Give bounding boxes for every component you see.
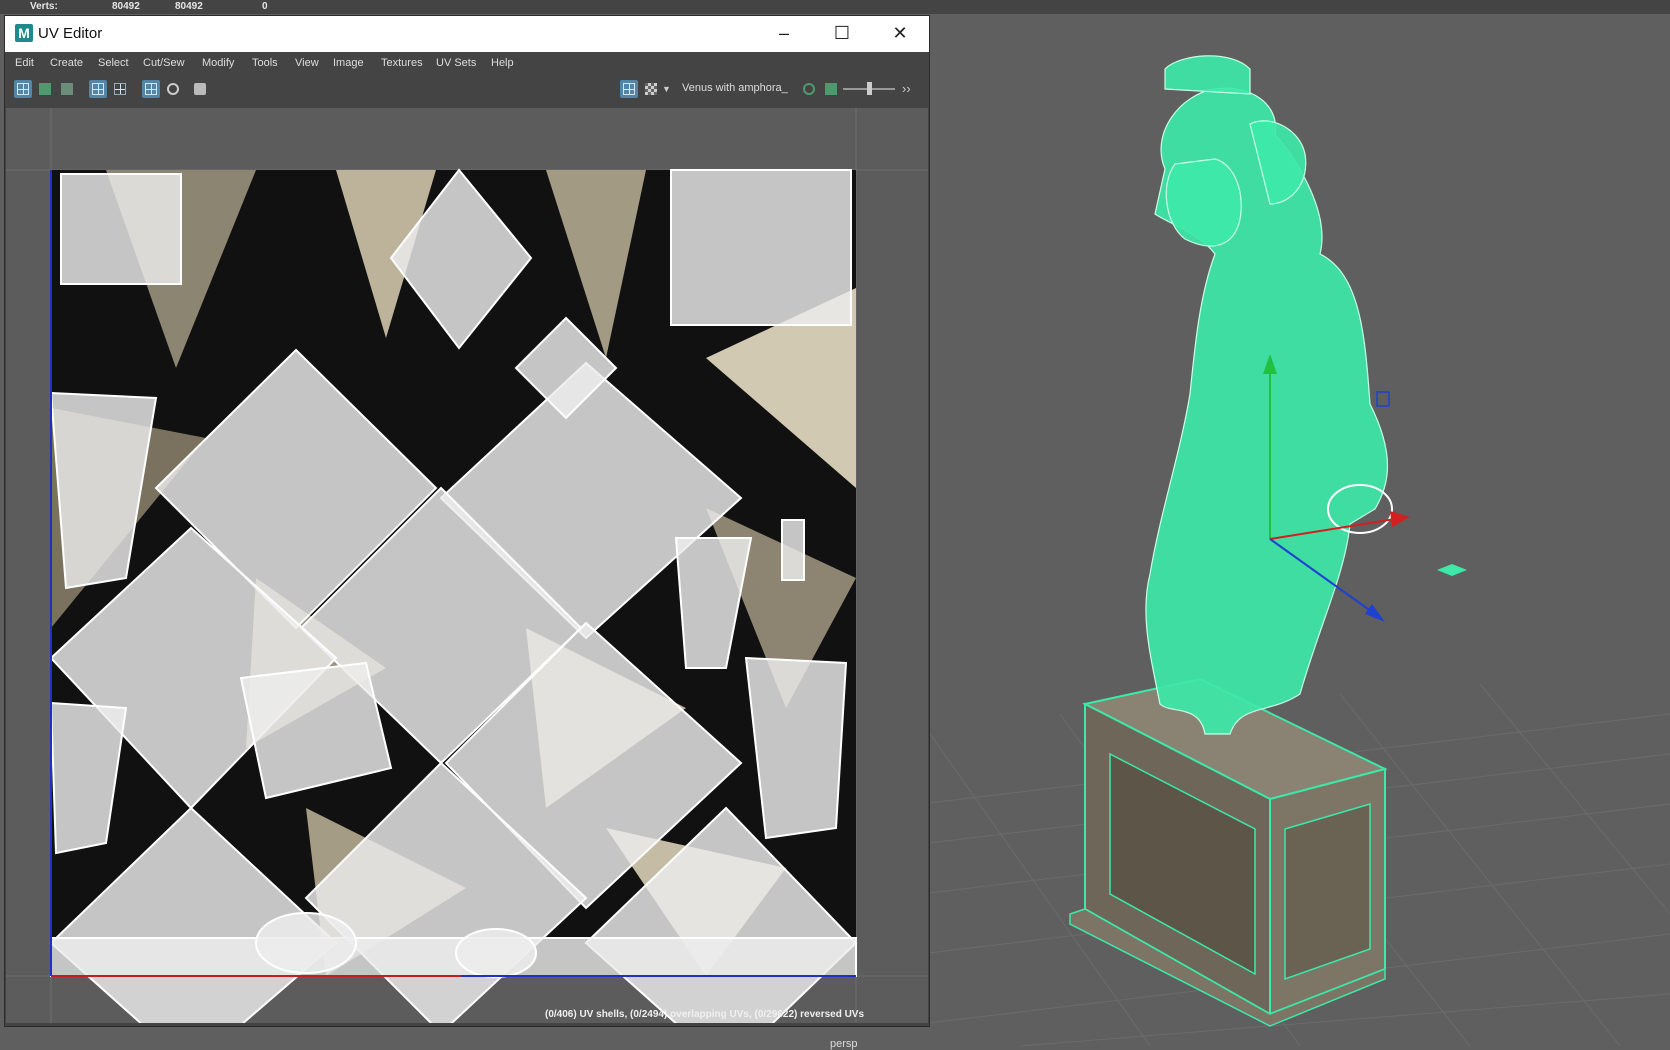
maximize-icon[interactable]: ☐ <box>813 16 871 52</box>
menu-help[interactable]: Help <box>491 57 514 69</box>
uv-toolbar: ▼ Venus with amphora_ ›› <box>5 74 929 104</box>
image-display-icon[interactable] <box>620 80 638 98</box>
titlebar[interactable]: M UV Editor – ☐ ✕ <box>5 16 929 52</box>
menu-select[interactable]: Select <box>98 57 129 69</box>
menu-create[interactable]: Create <box>50 57 83 69</box>
menu-edit[interactable]: Edit <box>15 57 34 69</box>
exposure-slider-thumb[interactable] <box>867 82 872 95</box>
verts-value-c: 0 <box>262 1 268 12</box>
uv-status-text: (0/406) UV shells, (0/2494) overlapping … <box>545 1009 865 1020</box>
uv-editor-window[interactable]: M UV Editor – ☐ ✕ Edit Create Select Cut… <box>4 15 930 1027</box>
menu-tools[interactable]: Tools <box>252 57 278 69</box>
verts-value-a: 80492 <box>112 1 140 12</box>
camera-label: persp <box>830 1038 858 1050</box>
uv-frame-icon[interactable] <box>89 80 107 98</box>
uv-grid-icon[interactable] <box>36 80 54 98</box>
uv-frame-alt-icon[interactable] <box>111 80 129 98</box>
verts-label: Verts: <box>30 1 58 12</box>
texture-link-icon[interactable] <box>800 80 818 98</box>
uv-grid-alt-icon[interactable] <box>58 80 76 98</box>
menu-uv-sets[interactable]: UV Sets <box>436 57 476 69</box>
shaded-icon[interactable] <box>164 80 182 98</box>
menu-modify[interactable]: Modify <box>202 57 234 69</box>
menu-image[interactable]: Image <box>333 57 364 69</box>
image-icon[interactable] <box>822 80 840 98</box>
dropdown-arrow-icon[interactable]: ▼ <box>662 80 672 98</box>
uv-texture-space[interactable] <box>6 108 928 1023</box>
grid-toggle-icon[interactable] <box>142 80 160 98</box>
uv-shell-icon[interactable] <box>14 80 32 98</box>
minimize-icon[interactable]: – <box>755 16 813 52</box>
hud-strip: Verts: 80492 80492 0 <box>0 0 1670 14</box>
menu-view[interactable]: View <box>295 57 319 69</box>
maya-logo-icon: M <box>15 24 33 42</box>
forward-icon[interactable]: ›› <box>902 80 918 98</box>
snapshot-icon[interactable] <box>191 80 209 98</box>
uv-canvas[interactable] <box>6 108 928 1023</box>
verts-value-b: 80492 <box>175 1 203 12</box>
close-icon[interactable]: ✕ <box>871 16 929 52</box>
checker-icon[interactable] <box>642 80 660 98</box>
menu-cut-sew[interactable]: Cut/Sew <box>143 57 185 69</box>
texture-name[interactable]: Venus with amphora_ <box>682 82 788 94</box>
menu-textures[interactable]: Textures <box>381 57 423 69</box>
window-title: UV Editor <box>38 25 103 42</box>
statue-mesh[interactable] <box>1145 55 1393 735</box>
menu-bar: Edit Create Select Cut/Sew Modify Tools … <box>5 52 929 74</box>
